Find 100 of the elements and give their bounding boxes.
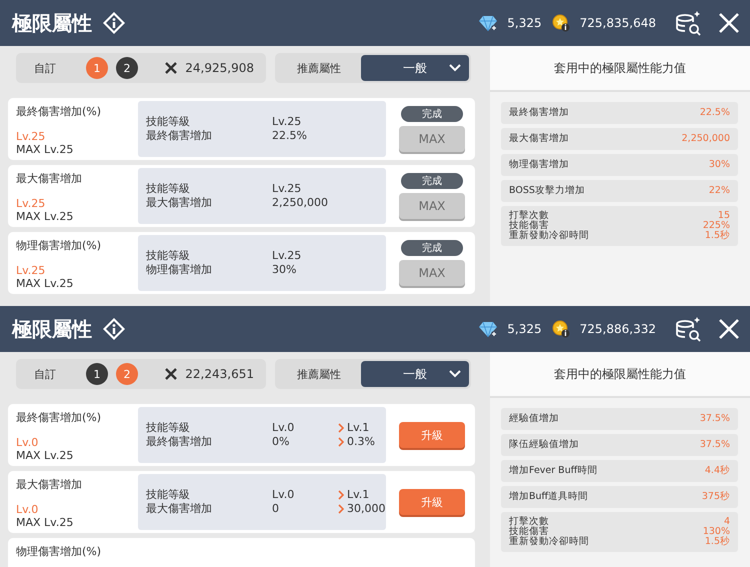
info-value: 30% [272,263,298,277]
stat-value: 30% [708,160,730,170]
next-value: Lv.1 [338,488,386,502]
current-level: Lv.25 [16,197,46,210]
stat-label: 技能傷害 [509,221,549,231]
stat-value: 37.5% [700,414,730,424]
info-label: 技能等級 [146,249,191,263]
current-level: Lv.0 [16,503,40,516]
attribute-title: 最終傷害增加(%) [16,410,102,425]
stat-label: 最大傷害增加 [509,134,569,144]
next-value: 30,000 [338,502,386,516]
stat-label: 隊伍經驗值增加 [509,440,579,450]
info-value: Lv.25 [272,249,302,263]
complete-badge: 完成 [401,240,463,256]
info-icon[interactable] [102,317,126,341]
combat-power: 24,925,908 [185,61,254,75]
info-value: Lv.0 [272,421,296,435]
info-label: 技能等級 [146,115,191,129]
stat-value: 2,250,000 [682,134,730,144]
combat-power: 22,243,651 [185,367,254,381]
stat-value: 4.4秒 [704,466,730,476]
close-icon[interactable] [718,318,740,340]
info-icon[interactable] [102,11,126,35]
stat-label: 重新發動冷卻時間 [509,537,589,547]
info-label: 最終傷害增加 [146,129,213,143]
stat-label: 重新發動冷卻時間 [509,231,589,241]
coin-stack-search-icon[interactable] [674,316,702,342]
attribute-title: 最大傷害增加 [16,171,83,186]
preset-tab[interactable]: 1 [86,57,108,79]
info-value: Lv.25 [272,182,302,196]
preset-label: 自訂 [34,60,56,76]
stat-label: 最終傷害增加 [509,108,569,118]
page-title: 極限屬性 [12,10,92,36]
info-value: 2,250,000 [272,196,329,210]
attribute-title: 最大傷害增加 [16,477,83,492]
next-value: Lv.1 [338,421,378,435]
info-value: Lv.25 [272,115,302,129]
info-value: 0% [272,435,290,449]
close-icon[interactable] [718,12,740,34]
max-level: MAX Lv.25 [16,277,74,290]
current-level: Lv.25 [16,130,46,143]
complete-badge: 完成 [401,173,463,189]
attribute-title: 物理傷害增加(%) [16,238,102,253]
next-value: 0.3% [338,435,378,449]
max-level: MAX Lv.25 [16,516,74,529]
max-level: MAX Lv.25 [16,449,74,462]
attribute-dropdown[interactable]: 一般 [361,361,469,387]
recommend-label: 推薦屬性 [297,60,341,76]
chevron-down-icon [449,64,461,72]
diamond-icon [479,321,498,337]
coin-count: 725,835,648 [580,16,656,30]
info-label: 最終傷害增加 [146,435,213,449]
stat-label: 打擊次數 [509,211,549,221]
info-label: 技能等級 [146,488,191,502]
chevron-down-icon [449,370,461,378]
attribute-title: 最終傷害增加(%) [16,104,102,119]
stat-value: 22% [708,186,730,196]
gem-count: 5,325 [507,16,542,30]
stat-value: 1.5秒 [704,231,730,241]
stat-value: 130% [702,527,730,537]
recommend-label: 推薦屬性 [297,366,341,382]
info-label: 最大傷害增加 [146,502,213,516]
info-label: 物理傷害增加 [146,263,213,277]
info-label: 技能等級 [146,182,191,196]
preset-label: 自訂 [34,366,56,382]
stat-value: 1.5秒 [704,537,730,547]
upgrade-button[interactable]: 升級 [399,422,465,448]
stat-value: 375秒 [702,492,730,502]
stat-label: 物理傷害增加 [509,160,569,170]
coin-stack-search-icon[interactable] [674,10,702,36]
stat-label: 增加Fever Buff時間 [509,466,598,476]
stat-value: 22.5% [700,108,730,118]
stat-value: 4 [724,517,730,527]
stat-label: 技能傷害 [509,527,549,537]
attribute-dropdown[interactable]: 一般 [361,55,469,81]
attribute-title: 物理傷害增加(%) [16,544,102,559]
coin-icon [552,14,570,32]
stat-label: 經驗值增加 [509,414,559,424]
stats-header: 套用中的極限屬性能力值 [490,352,750,398]
max-level: MAX Lv.25 [16,210,74,223]
upgrade-button[interactable]: 升級 [399,489,465,515]
max-level: MAX Lv.25 [16,143,74,156]
stat-label: 增加Buff道具時間 [509,492,588,502]
info-label: 最大傷害增加 [146,196,213,210]
page-title: 極限屬性 [12,316,92,342]
info-label: 技能等級 [146,421,191,435]
complete-badge: 完成 [401,106,463,122]
current-level: Lv.25 [16,264,46,277]
gem-count: 5,325 [507,322,542,336]
preset-tab[interactable]: 2 [116,363,138,385]
current-level: Lv.0 [16,436,40,449]
preset-tab[interactable]: 2 [116,57,138,79]
info-value: 22.5% [272,129,308,143]
stat-value: 37.5% [700,440,730,450]
coin-icon [552,320,570,338]
info-value: Lv.0 [272,488,296,502]
preset-tab[interactable]: 1 [86,363,108,385]
stat-label: 打擊次數 [509,517,549,527]
stat-value: 15 [718,211,730,221]
coin-count: 725,886,332 [580,322,656,336]
